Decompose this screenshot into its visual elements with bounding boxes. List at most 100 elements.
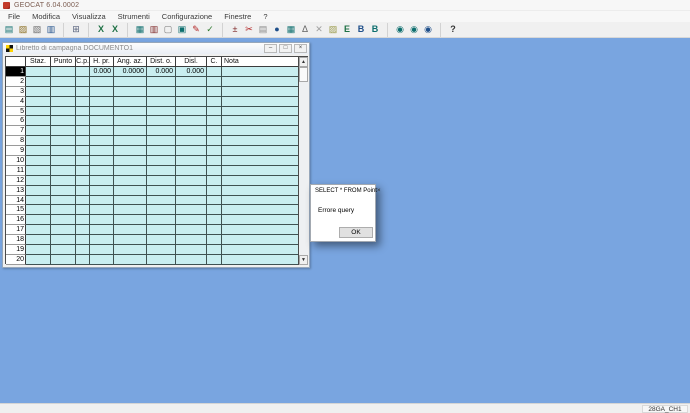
table-cell[interactable] <box>51 116 76 126</box>
table-cell[interactable] <box>26 235 51 245</box>
table-cell[interactable] <box>51 215 76 225</box>
row-number[interactable]: 18 <box>6 235 26 245</box>
table-cell[interactable] <box>76 196 90 206</box>
notebook2-icon[interactable]: B <box>368 23 382 37</box>
table-cell[interactable] <box>147 245 176 255</box>
table-cell[interactable] <box>207 166 222 176</box>
row-number[interactable]: 9 <box>6 146 26 156</box>
table-cell[interactable] <box>207 107 222 117</box>
import-libretto-icon[interactable]: ▧ <box>30 23 44 37</box>
menu-item-file[interactable]: File <box>2 11 26 22</box>
table-cell[interactable] <box>207 245 222 255</box>
table-cell[interactable] <box>26 205 51 215</box>
table-cell[interactable] <box>147 215 176 225</box>
table-cell[interactable] <box>114 97 147 107</box>
column-header-angaz[interactable]: Ang. az. <box>114 57 147 67</box>
table-cell[interactable] <box>90 235 114 245</box>
table-cell[interactable] <box>76 77 90 87</box>
table-cell[interactable] <box>90 116 114 126</box>
table-cell[interactable] <box>90 215 114 225</box>
table-cell[interactable] <box>222 196 299 206</box>
row-number[interactable]: 4 <box>6 97 26 107</box>
table-cell[interactable] <box>76 97 90 107</box>
print-icon[interactable]: ⊞ <box>69 23 83 37</box>
row-number[interactable]: 15 <box>6 205 26 215</box>
row-number[interactable]: 6 <box>6 116 26 126</box>
table-cell[interactable] <box>222 255 299 265</box>
menu-item-strumenti[interactable]: Strumenti <box>112 11 156 22</box>
row-number[interactable]: 5 <box>6 107 26 117</box>
table-cell[interactable] <box>176 136 207 146</box>
table-cell[interactable] <box>114 87 147 97</box>
menu-item-modifica[interactable]: Modifica <box>26 11 66 22</box>
table-cell[interactable] <box>207 67 222 77</box>
table-cell[interactable] <box>222 156 299 166</box>
table-cell[interactable] <box>207 186 222 196</box>
table-cell[interactable] <box>51 255 76 265</box>
table-row[interactable]: 3 <box>6 87 308 97</box>
preview3-icon[interactable]: ◉ <box>421 23 435 37</box>
table-cell[interactable] <box>114 116 147 126</box>
table-cell[interactable] <box>90 156 114 166</box>
table-cell[interactable] <box>207 87 222 97</box>
row-number[interactable]: 17 <box>6 225 26 235</box>
table-cell[interactable] <box>51 77 76 87</box>
row-number[interactable]: 20 <box>6 255 26 265</box>
edit-measure-icon[interactable]: ✎ <box>189 23 203 37</box>
table-cell[interactable] <box>114 215 147 225</box>
menu-item-help[interactable]: ? <box>257 11 273 22</box>
save-libretto-icon[interactable]: ▥ <box>44 23 58 37</box>
table-cell[interactable] <box>26 245 51 255</box>
row-number[interactable]: 1 <box>6 67 26 77</box>
table-cell[interactable] <box>26 186 51 196</box>
table-cell[interactable] <box>176 196 207 206</box>
table-cell[interactable] <box>147 107 176 117</box>
table-row[interactable]: 18 <box>6 235 308 245</box>
table-cell[interactable] <box>51 156 76 166</box>
table-cell[interactable] <box>26 255 51 265</box>
table-cell[interactable] <box>222 146 299 156</box>
table-cell[interactable] <box>51 245 76 255</box>
table-cell[interactable] <box>176 116 207 126</box>
new-libretto-icon[interactable]: ▤ <box>2 23 16 37</box>
column-header-hpr[interactable]: H. pr. <box>90 57 114 67</box>
row-number[interactable]: 3 <box>6 87 26 97</box>
table-cell[interactable] <box>222 136 299 146</box>
table-cell[interactable] <box>176 146 207 156</box>
table-cell[interactable] <box>147 166 176 176</box>
table-cell[interactable] <box>76 87 90 97</box>
table-row[interactable]: 10 <box>6 156 308 166</box>
ok-button[interactable]: OK <box>339 227 373 238</box>
export-grid-icon[interactable]: E <box>340 23 354 37</box>
table-cell[interactable] <box>207 255 222 265</box>
table-cell[interactable] <box>114 146 147 156</box>
table-cell[interactable] <box>76 107 90 117</box>
menu-item-visualizza[interactable]: Visualizza <box>66 11 112 22</box>
table-cell[interactable] <box>114 136 147 146</box>
table-cell[interactable] <box>207 116 222 126</box>
table-cell[interactable] <box>90 176 114 186</box>
table-cell[interactable] <box>222 245 299 255</box>
table-cell[interactable] <box>114 176 147 186</box>
table-cell[interactable] <box>26 215 51 225</box>
table-cell[interactable] <box>76 146 90 156</box>
table-cell[interactable]: 0.000 <box>147 67 176 77</box>
table-cell[interactable] <box>114 107 147 117</box>
table-cell[interactable] <box>26 146 51 156</box>
table-cell[interactable] <box>176 77 207 87</box>
table-row[interactable]: 5 <box>6 107 308 117</box>
table-cell[interactable] <box>176 97 207 107</box>
table-cell[interactable] <box>51 235 76 245</box>
table-cell[interactable] <box>51 97 76 107</box>
table-cell[interactable] <box>147 205 176 215</box>
table-cell[interactable] <box>147 116 176 126</box>
delete-row-icon[interactable]: ▢ <box>161 23 175 37</box>
table-cell[interactable] <box>90 196 114 206</box>
table-row[interactable]: 10.0000.00000.0000.000 <box>6 67 308 77</box>
table-cell[interactable] <box>176 176 207 186</box>
table-cell[interactable] <box>90 107 114 117</box>
table-cell[interactable] <box>51 107 76 117</box>
table-cell[interactable] <box>114 255 147 265</box>
table-cell[interactable] <box>90 186 114 196</box>
table-cell[interactable] <box>176 186 207 196</box>
